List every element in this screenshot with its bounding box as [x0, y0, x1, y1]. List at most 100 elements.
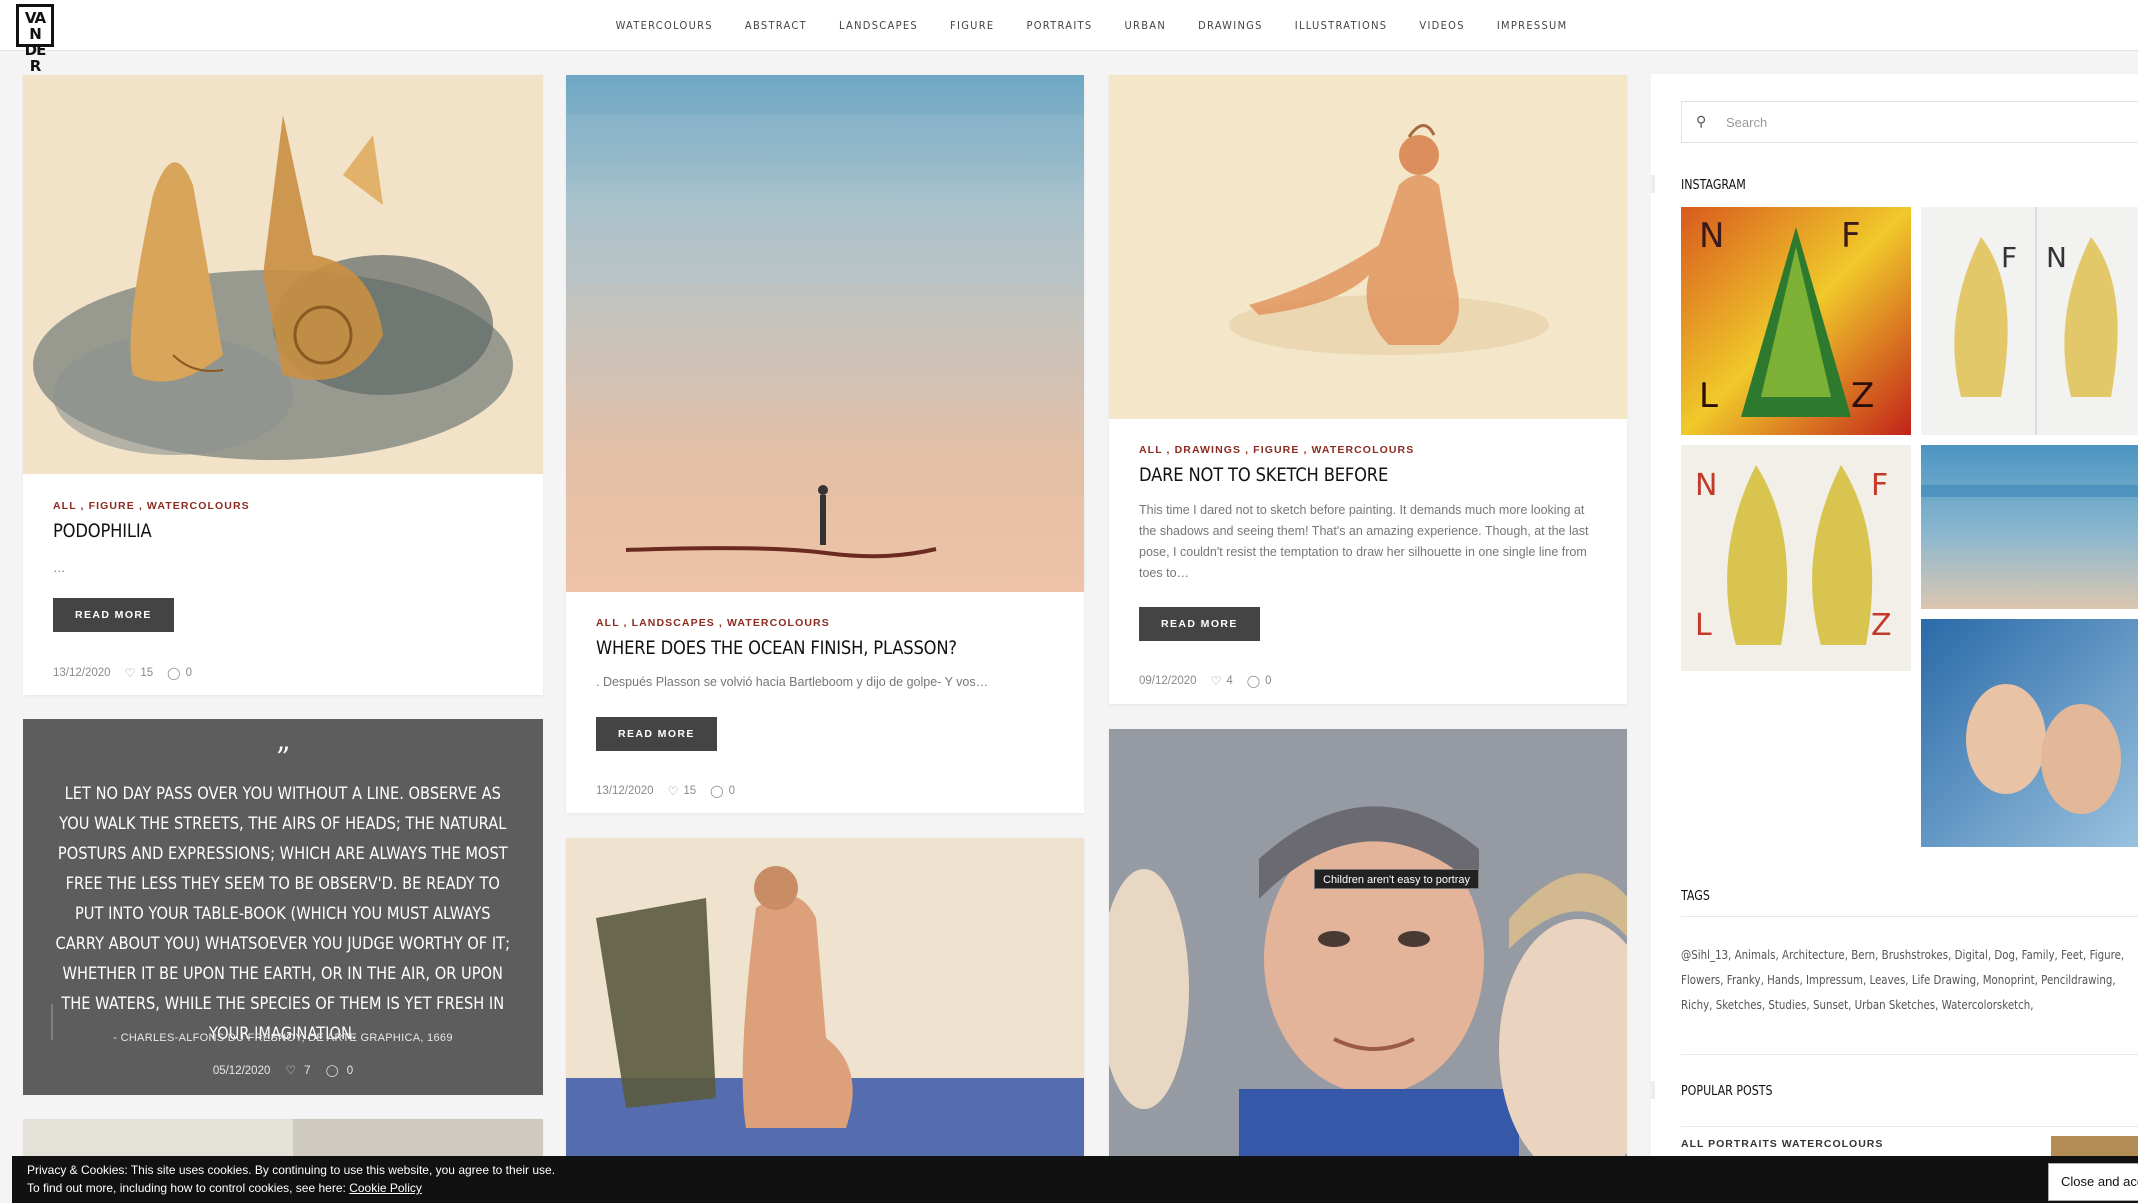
- popular-post-categories[interactable]: ALL PORTRAITS WATERCOLOURS: [1681, 1138, 1883, 1150]
- nav-illustrations[interactable]: ILLUSTRATIONS: [1295, 19, 1388, 32]
- search-input[interactable]: [1726, 102, 2126, 142]
- post-image-ocean[interactable]: [566, 75, 1084, 592]
- post-image-podophilia[interactable]: [23, 75, 543, 474]
- tag-link[interactable]: Studies: [1768, 997, 1806, 1012]
- post-date: 05/12/2020: [212, 1065, 271, 1077]
- tag-link[interactable]: Digital: [1955, 947, 1988, 962]
- comment-icon[interactable]: ◯: [167, 666, 180, 680]
- tag-link[interactable]: Animals: [1735, 947, 1776, 962]
- quote-text: Let no day pass over you without a line.…: [55, 784, 511, 1044]
- instagram-image-leaves-2[interactable]: N F L Z: [1681, 445, 1911, 671]
- svg-text:N: N: [1695, 468, 1717, 503]
- post-excerpt: This time I dared not to sketch before p…: [1139, 503, 1589, 580]
- heart-icon[interactable]: ♡: [668, 784, 679, 798]
- tag-link[interactable]: Flowers: [1681, 972, 1720, 987]
- quote-meta: 05/12/2020 ♡ 7 ◯ 0: [23, 1063, 543, 1077]
- cookie-notice: Privacy & Cookies: This site uses cookie…: [12, 1156, 590, 1203]
- nav-urban[interactable]: URBAN: [1124, 19, 1166, 32]
- instagram-image-leaves-1[interactable]: F N: [1921, 207, 2138, 435]
- post-title[interactable]: PODOPHILIA: [53, 520, 152, 542]
- cookie-bar-background: [590, 1156, 2138, 1203]
- post-title[interactable]: WHERE DOES THE OCEAN FINISH, PLASSON?: [596, 637, 957, 659]
- heart-icon[interactable]: ♡: [286, 1065, 296, 1077]
- comment-icon[interactable]: ◯: [326, 1065, 339, 1077]
- post-card-partial-left: [23, 1119, 543, 1159]
- tag-link[interactable]: Life Drawing: [1912, 972, 1976, 987]
- search-icon[interactable]: ⚲: [1696, 113, 1706, 130]
- heart-icon[interactable]: ♡: [1211, 674, 1222, 688]
- instagram-image-natal-tree[interactable]: N F L Z: [1681, 207, 1911, 435]
- tag-link[interactable]: Leaves: [1869, 972, 1905, 987]
- post-card-seated-figure: [566, 838, 1084, 1158]
- nav-figure[interactable]: FIGURE: [950, 19, 994, 32]
- svg-text:L: L: [1699, 376, 1718, 416]
- comment-icon[interactable]: ◯: [710, 784, 723, 798]
- post-card-dare: ALL , DRAWINGS , FIGURE , WATERCOLOURS D…: [1109, 75, 1627, 704]
- main-nav: WATERCOLOURS ABSTRACT LANDSCAPES FIGURE …: [0, 0, 2138, 51]
- tag-link[interactable]: Sunset: [1813, 997, 1848, 1012]
- post-title[interactable]: DARE NOT TO SKETCH BEFORE: [1139, 464, 1388, 486]
- post-categories[interactable]: ALL , DRAWINGS , FIGURE , WATERCOLOURS: [1139, 444, 1414, 456]
- cookie-policy-link[interactable]: Cookie Policy: [349, 1181, 422, 1195]
- nav-landscapes[interactable]: LANDSCAPES: [839, 19, 918, 32]
- instagram-image-sea[interactable]: [1921, 445, 2138, 609]
- tag-link[interactable]: Impressum: [1806, 972, 1863, 987]
- nav-portraits[interactable]: PORTRAITS: [1026, 19, 1092, 32]
- ocean-watercolour-image: [566, 75, 1084, 592]
- tag-link[interactable]: Hands: [1767, 972, 1799, 987]
- tag-link[interactable]: Architecture: [1782, 947, 1845, 962]
- read-more-button[interactable]: READ MORE: [53, 598, 174, 632]
- nav-videos[interactable]: VIDEOS: [1419, 19, 1464, 32]
- like-count: 15: [683, 785, 697, 797]
- search-box: ⚲: [1681, 101, 2138, 143]
- tag-link[interactable]: Dog: [1994, 947, 2015, 962]
- like-count: 4: [1226, 675, 1233, 687]
- svg-text:Z: Z: [1871, 608, 1892, 643]
- comment-count: 0: [185, 667, 192, 679]
- popular-posts-title: POPULAR POSTS: [1681, 1083, 1773, 1099]
- cookie-text-prefix: To find out more, including how to contr…: [27, 1181, 350, 1195]
- nav-watercolours[interactable]: WATERCOLOURS: [616, 19, 713, 32]
- nav-drawings[interactable]: DRAWINGS: [1198, 19, 1263, 32]
- tag-link[interactable]: Sketches: [1716, 997, 1762, 1012]
- tag-link[interactable]: Brushstrokes: [1882, 947, 1948, 962]
- widget-accent-bar: [1651, 1081, 1655, 1099]
- nav-impressum[interactable]: IMPRESSUM: [1497, 19, 1568, 32]
- post-date: 09/12/2020: [1139, 675, 1197, 687]
- tag-link[interactable]: Watercolorsketch: [1942, 997, 2031, 1012]
- tags-divider: [1681, 916, 2138, 917]
- instagram-image-feet[interactable]: [1921, 619, 2138, 847]
- tag-link[interactable]: Franky: [1727, 972, 1761, 987]
- cookie-close-button[interactable]: Close and accept: [2048, 1163, 2138, 1201]
- tag-cloud: @Sihl_13, Animals, Architecture, Bern, B…: [1681, 947, 2125, 1012]
- popular-post-thumbnail[interactable]: [2051, 1136, 2138, 1156]
- quote-author: - Charles-Alfons du Fresnoy, De Arte Gra…: [113, 1032, 453, 1044]
- tag-link[interactable]: Family: [2022, 947, 2055, 962]
- tag-link[interactable]: Pencildrawing: [2041, 972, 2112, 987]
- post-categories[interactable]: ALL , FIGURE , WATERCOLOURS: [53, 500, 250, 512]
- tags-bottom-divider: [1681, 1054, 2138, 1055]
- tag-link[interactable]: @Sihl_13: [1681, 947, 1728, 962]
- tags-title: TAGS: [1681, 888, 1710, 904]
- partial-post-image[interactable]: [23, 1119, 543, 1159]
- tag-link[interactable]: Richy: [1681, 997, 1709, 1012]
- post-image-dare[interactable]: [1109, 75, 1627, 419]
- svg-text:N: N: [2046, 241, 2067, 274]
- tag-link[interactable]: Urban Sketches: [1855, 997, 1935, 1012]
- family-portrait-image[interactable]: [1109, 729, 1627, 1159]
- tag-link[interactable]: Bern: [1851, 947, 1875, 962]
- read-more-button[interactable]: READ MORE: [596, 717, 717, 751]
- post-date: 13/12/2020: [596, 785, 654, 797]
- seated-figure-image[interactable]: [566, 838, 1084, 1158]
- post-categories[interactable]: ALL , LANDSCAPES , WATERCOLOURS: [596, 617, 830, 629]
- tag-link[interactable]: Monoprint: [1983, 972, 2035, 987]
- comment-icon[interactable]: ◯: [1247, 674, 1260, 688]
- tag-link[interactable]: Figure: [2090, 947, 2121, 962]
- read-more-button[interactable]: READ MORE: [1139, 607, 1260, 641]
- quote-mark: ”: [275, 741, 291, 774]
- heart-icon[interactable]: ♡: [125, 666, 136, 680]
- nav-abstract[interactable]: ABSTRACT: [745, 19, 807, 32]
- post-excerpt: . Después Plasson se volvió hacia Bartle…: [596, 675, 989, 689]
- tag-link[interactable]: Feet: [2061, 947, 2083, 962]
- post-date: 13/12/2020: [53, 667, 111, 679]
